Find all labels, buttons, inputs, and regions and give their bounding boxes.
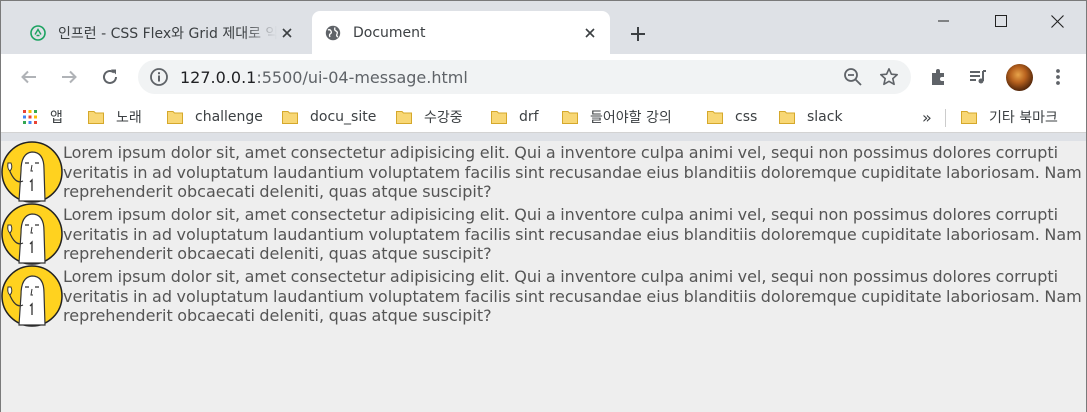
bookmarks-bar: 앱 노래 challenge docu_site 수강중 drf 들어야할 강의 [1, 101, 1086, 133]
bookmark-folder[interactable]: 노래 [88, 108, 142, 126]
bookmark-folder[interactable]: 수강중 [396, 108, 463, 126]
profile-avatar[interactable] [1006, 64, 1033, 91]
back-button[interactable] [14, 62, 44, 92]
url-host: 127.0.0.1 [180, 67, 257, 87]
bookmark-label: 기타 북마크 [989, 110, 1058, 126]
bookmark-label: css [735, 109, 758, 125]
cartoon-avatar [1, 141, 63, 203]
url-path: :5500/ui-04-message.html [256, 67, 468, 87]
folder-icon [167, 111, 183, 124]
close-window-button[interactable] [1029, 1, 1086, 41]
maximize-button[interactable] [972, 1, 1029, 41]
bookmark-folder[interactable]: docu_site [282, 108, 376, 126]
star-icon[interactable] [879, 67, 899, 87]
playlist-icon [970, 70, 986, 84]
cartoon-avatar [1, 203, 63, 265]
extensions-button[interactable] [924, 62, 954, 92]
tab-title: 인프런 - CSS Flex와 Grid 제대로 익히기 [58, 25, 277, 42]
apps-grid-icon [23, 110, 37, 124]
bookmark-label: docu_site [310, 109, 377, 125]
maximize-icon [994, 15, 1007, 27]
plus-icon [631, 27, 645, 41]
minimize-button[interactable] [915, 1, 972, 41]
tab-inflearn[interactable]: 인프런 - CSS Flex와 Grid 제대로 익히기 [17, 11, 307, 54]
close-icon [1051, 14, 1064, 28]
message: Lorem ipsum dolor sit, amet consectetur … [1, 265, 1086, 327]
globe-icon [325, 25, 341, 40]
arrow-right-icon [62, 70, 77, 84]
folder-icon [707, 111, 723, 124]
folder-icon [491, 111, 507, 124]
bookmark-label: 노래 [116, 110, 142, 126]
media-button[interactable] [963, 62, 993, 92]
inflearn-icon [30, 24, 46, 41]
kebab-menu-icon [1056, 69, 1060, 85]
bookmarks-divider [945, 109, 946, 127]
folder-icon [88, 111, 104, 124]
message: Lorem ipsum dolor sit, amet consectetur … [1, 141, 1086, 203]
tab-title: Document [353, 24, 426, 41]
apps-label: 앱 [50, 110, 63, 126]
url-text: 127.0.0.1:5500/ui-04-message.html [180, 68, 468, 87]
bookmarks-overflow-button[interactable]: » [922, 107, 932, 127]
arrow-left-icon [21, 70, 36, 84]
browser-window: 인프런 - CSS Flex와 Grid 제대로 익히기 Document [0, 0, 1087, 412]
reload-icon [103, 69, 117, 84]
bookmark-folder[interactable]: slack [779, 108, 843, 126]
bookmark-label: 수강중 [424, 110, 463, 126]
folder-icon [961, 111, 977, 124]
tab-strip: 인프런 - CSS Flex와 Grid 제대로 익히기 Document [1, 1, 1086, 54]
message-text: Lorem ipsum dolor sit, amet consectetur … [63, 205, 1082, 263]
zoom-out-icon[interactable] [843, 67, 863, 87]
folder-icon [282, 111, 298, 124]
folder-icon [779, 111, 795, 124]
folder-icon [396, 111, 412, 124]
menu-button[interactable] [1043, 62, 1073, 92]
bookmark-folder[interactable]: css [707, 108, 757, 126]
close-tab-icon[interactable] [277, 23, 297, 43]
info-icon[interactable] [149, 67, 169, 87]
address-bar[interactable]: 127.0.0.1:5500/ui-04-message.html [138, 60, 911, 94]
cartoon-avatar [1, 265, 63, 327]
bookmark-folder[interactable]: challenge [167, 108, 263, 126]
toolbar: 127.0.0.1:5500/ui-04-message.html [1, 54, 1086, 101]
message: Lorem ipsum dolor sit, amet consectetur … [1, 203, 1086, 265]
puzzle-icon [932, 69, 944, 85]
minimize-icon [937, 20, 949, 22]
new-tab-button[interactable] [625, 21, 651, 47]
forward-button[interactable] [54, 62, 84, 92]
bookmark-folder[interactable]: 들어야할 강의 [562, 108, 672, 126]
reload-button[interactable] [95, 62, 125, 92]
other-bookmarks-folder[interactable]: 기타 북마크 [961, 108, 1058, 126]
bookmark-label: 들어야할 강의 [590, 110, 672, 126]
message-text: Lorem ipsum dolor sit, amet consectetur … [63, 143, 1082, 201]
close-tab-icon[interactable] [580, 23, 600, 43]
folder-icon [562, 111, 578, 124]
message-text: Lorem ipsum dolor sit, amet consectetur … [63, 267, 1082, 325]
bookmark-label: drf [519, 109, 539, 125]
apps-shortcut[interactable]: 앱 [22, 108, 63, 126]
bookmark-folder[interactable]: drf [491, 108, 539, 126]
bookmark-label: challenge [195, 109, 263, 125]
tab-document[interactable]: Document [312, 11, 610, 54]
page-viewport: Lorem ipsum dolor sit, amet consectetur … [1, 141, 1086, 412]
overflow-chevron-icon: » [922, 107, 932, 127]
bookmark-label: slack [807, 109, 843, 125]
